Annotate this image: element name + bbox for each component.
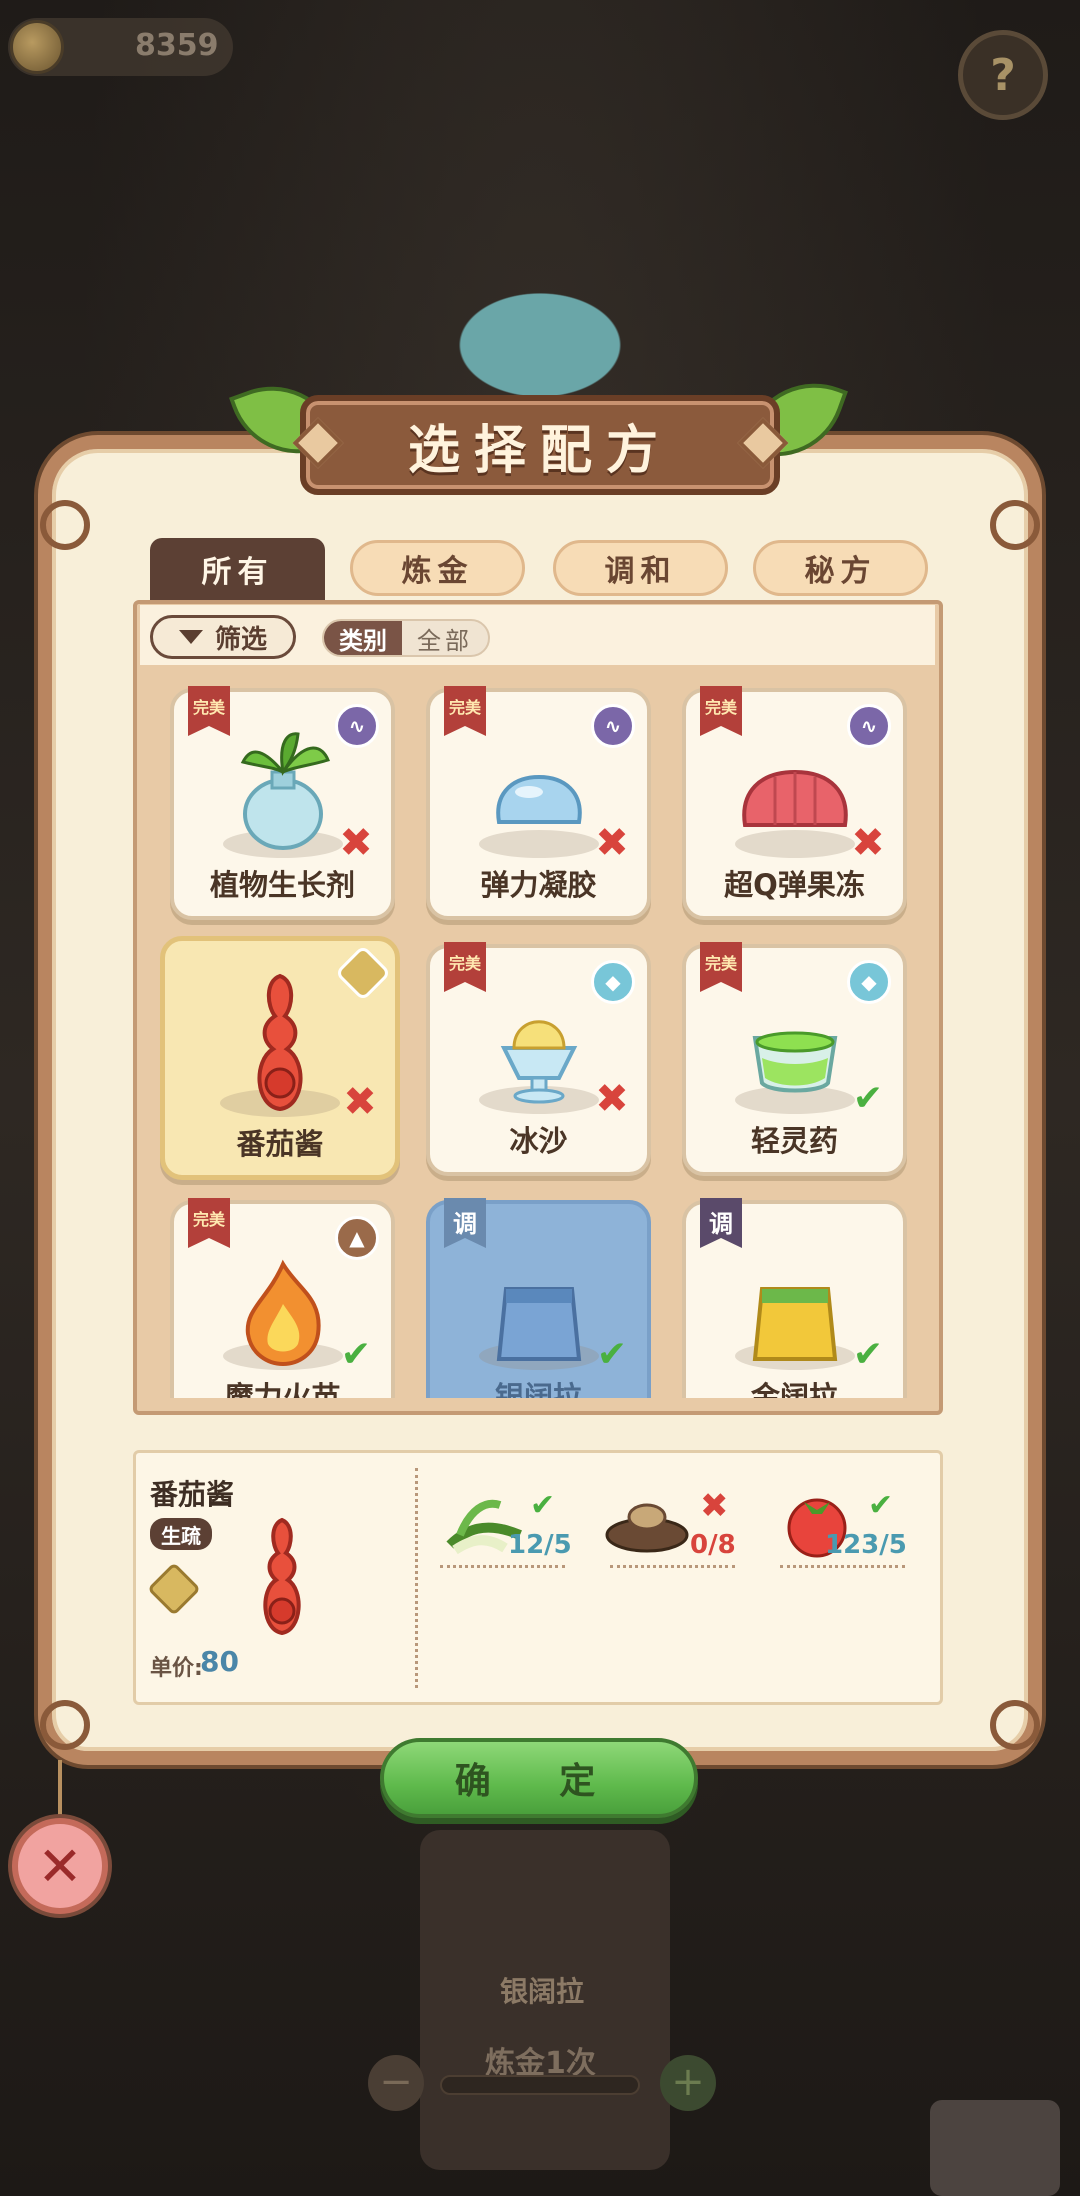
panel-corner-ornament	[40, 500, 90, 550]
perfect-tag: 完美	[188, 1198, 230, 1248]
blend-tag: 调	[700, 1198, 742, 1248]
filter-button[interactable]: 筛选	[150, 615, 296, 659]
water-element-icon: ◆	[847, 960, 891, 1004]
funnel-icon	[178, 630, 203, 644]
recipe-grid[interactable]: 完美 ∿ ✖ 植物生长剂 完美 ∿ ✖ 弹力凝胶 完美 ∿ ✖ 超Q弹果冻 ✖ …	[140, 668, 936, 1398]
recipe-name: 金阔拉	[750, 1380, 838, 1398]
recipe-name: 银阔拉	[494, 1380, 582, 1398]
increase-button[interactable]: +	[660, 2055, 716, 2111]
recipe-card[interactable]: 完美 ∿ ✖ 超Q弹果冻	[682, 686, 907, 920]
recipe-card[interactable]: 完美 ∿ ✖ 弹力凝胶	[426, 686, 651, 920]
filter-label: 筛选	[214, 624, 267, 655]
proficiency-badge: 生疏	[150, 1518, 212, 1550]
ingredient-underline	[440, 1565, 565, 1568]
panel-corner-ornament	[990, 500, 1040, 550]
recipe-name: 冰沙	[509, 1124, 568, 1158]
water-element-icon: ◆	[591, 960, 635, 1004]
count-slider[interactable]	[440, 2075, 640, 2095]
cauldron-decoration	[400, 255, 680, 405]
price-value: 80	[200, 1645, 239, 1678]
light-potion-icon	[752, 1031, 837, 1093]
check-icon: ✔	[868, 1488, 894, 1523]
coin-icon	[10, 20, 64, 74]
recipe-card[interactable]: 完美 ∿ ✖ 植物生长剂	[170, 686, 395, 920]
panel-corner-ornament	[40, 1700, 90, 1750]
ingredient-count: 123/5	[825, 1530, 907, 1560]
mushroom-icon	[605, 1503, 689, 1553]
perfect-tag: 完美	[700, 686, 742, 736]
blend-tag: 调	[444, 1198, 486, 1248]
category-label: 类别	[324, 621, 402, 655]
ketchup-bottle-icon	[257, 973, 303, 1112]
panel-corner-ornament	[990, 1700, 1040, 1750]
help-button[interactable]: ?	[958, 30, 1048, 120]
perfect-tag: 完美	[444, 686, 486, 736]
question-icon: ?	[990, 49, 1016, 101]
recipe-card-selected[interactable]: ✖ 番茄酱	[160, 936, 400, 1180]
ready-check-icon: ✔	[852, 1078, 884, 1119]
category-selector[interactable]: 类别 全部	[322, 619, 490, 657]
shaved-ice-icon	[500, 1020, 577, 1104]
decrease-button[interactable]: −	[368, 2055, 424, 2111]
recipe-name: 弹力凝胶	[480, 868, 597, 902]
ready-check-icon: ✔	[852, 1334, 884, 1375]
missing-icon: ✖	[595, 820, 629, 866]
background-machine-label: 银阔拉	[500, 1975, 585, 2008]
missing-icon: ✖	[339, 820, 373, 866]
plant-potion-icon	[240, 732, 330, 850]
ingredient-count: 0/8	[690, 1530, 736, 1560]
price-label: 单价:	[150, 1656, 203, 1681]
ready-check-icon: ✔	[596, 1334, 628, 1375]
fire-element-icon: ▲	[335, 1216, 379, 1260]
missing-icon: ✖	[851, 820, 885, 866]
rope-decoration	[58, 1760, 62, 1820]
perfect-tag: 完美	[188, 686, 230, 736]
recipe-card[interactable]: 完美 ▲ ✔ 魔力火苗	[170, 1198, 395, 1398]
close-icon: ✕	[37, 1834, 83, 1898]
recipe-card-highlighted[interactable]: 调 ✔ 银阔拉	[426, 1198, 651, 1398]
category-value: 全部	[417, 626, 473, 655]
coin-value: 8359	[135, 28, 219, 63]
earth-element-icon	[334, 944, 392, 1002]
confirm-button[interactable]: 确 定	[380, 1738, 698, 1818]
detail-divider	[415, 1468, 418, 1688]
recipe-card[interactable]: 完美 ◆ ✖ 冰沙	[426, 942, 651, 1176]
recipe-name: 魔力火苗	[224, 1380, 341, 1398]
recipe-name: 超Q弹果冻	[724, 868, 865, 902]
wind-element-icon: ∿	[591, 704, 635, 748]
recipe-name: 轻灵药	[750, 1124, 838, 1158]
ingredient-count: 12/5	[508, 1530, 572, 1560]
recipe-name: 番茄酱	[236, 1127, 324, 1161]
missing-icon: ✖	[343, 1079, 377, 1125]
recipe-name: 植物生长剂	[209, 868, 355, 902]
tab-alchemy[interactable]: 炼金	[350, 540, 525, 596]
perfect-tag: 完美	[700, 942, 742, 992]
detail-recipe-name: 番茄酱	[150, 1478, 235, 1511]
ready-check-icon: ✔	[340, 1334, 372, 1375]
tab-blend[interactable]: 调和	[553, 540, 728, 596]
seed-bag-icon	[496, 1287, 581, 1361]
panel-title: 选择配方	[407, 420, 672, 481]
close-button[interactable]: ✕	[12, 1818, 108, 1914]
flame-icon	[245, 1259, 321, 1367]
character-avatar[interactable]	[930, 2100, 1060, 2196]
ingredient-underline	[610, 1565, 735, 1568]
wind-element-icon: ∿	[335, 704, 379, 748]
missing-icon: ✖	[700, 1486, 729, 1526]
ketchup-bottle-icon	[263, 1517, 301, 1636]
perfect-tag: 完美	[444, 942, 486, 992]
wind-element-icon: ∿	[847, 704, 891, 748]
ingredient-underline	[780, 1565, 905, 1568]
seed-bag-icon	[752, 1287, 837, 1361]
tab-secret[interactable]: 秘方	[753, 540, 928, 596]
jelly-icon	[495, 774, 582, 824]
tab-all[interactable]: 所有	[150, 538, 325, 600]
recipe-card[interactable]: 完美 ◆ ✔ 轻灵药	[682, 942, 907, 1176]
recipe-card[interactable]: 调 ✔ 金阔拉	[682, 1198, 907, 1398]
check-icon: ✔	[530, 1488, 556, 1523]
panel-title-plate: 选择配方	[300, 395, 780, 495]
missing-icon: ✖	[595, 1076, 629, 1122]
fruit-jelly-icon	[741, 769, 848, 827]
